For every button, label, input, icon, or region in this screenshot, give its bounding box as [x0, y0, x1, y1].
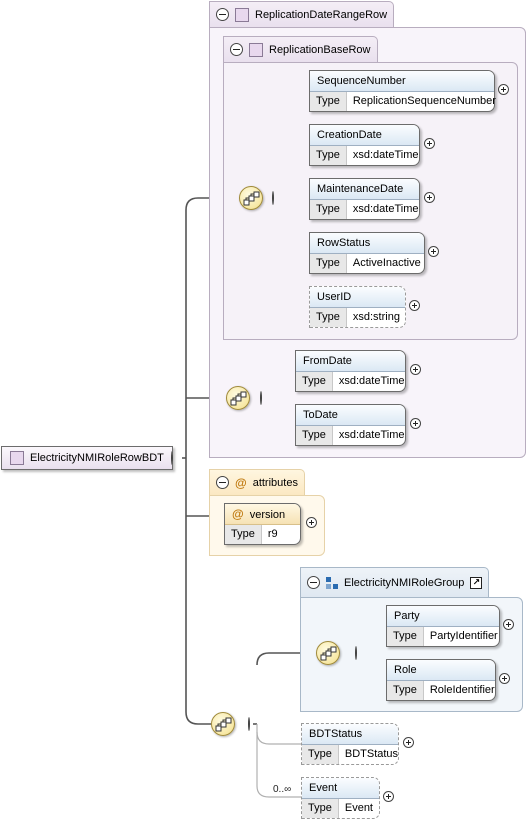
element-name: ToDate: [296, 405, 405, 426]
type-key: Type: [296, 426, 333, 445]
element-name: SequenceNumber: [310, 71, 494, 92]
element-row-status[interactable]: RowStatus Type ActiveInactive: [309, 232, 425, 274]
sequence-compositor-icon[interactable]: [226, 386, 250, 410]
type-value: PartyIdentifier: [429, 630, 498, 642]
type-value: ReplicationSequenceNumber: [352, 95, 496, 107]
sequence-collapse-icon[interactable]: [260, 391, 262, 405]
sequence-collapse-icon[interactable]: [272, 191, 274, 205]
root-collapse-icon[interactable]: [171, 451, 173, 465]
type-value: BDTStatus: [344, 748, 399, 760]
type-value: xsd:string: [352, 311, 400, 323]
type-value: xsd:dateTime: [352, 203, 419, 215]
collapse-icon[interactable]: [216, 476, 229, 489]
type-value: r9: [267, 528, 278, 540]
element-user-id[interactable]: UserID Type xsd:string: [309, 286, 406, 328]
type-key: Type: [310, 146, 347, 165]
attribute-name: version: [249, 509, 286, 521]
type-key: Type: [302, 799, 339, 818]
expand-icon[interactable]: [499, 673, 510, 684]
replication-base-row-label: ReplicationBaseRow: [269, 43, 371, 56]
complex-type-icon: [249, 42, 263, 57]
sequence-compositor-icon[interactable]: [211, 712, 235, 736]
type-key: Type: [296, 372, 333, 391]
type-key: Type: [387, 681, 424, 700]
type-key: Type: [310, 200, 347, 219]
expand-icon[interactable]: [424, 192, 435, 203]
element-name: Party: [387, 606, 499, 627]
sequence-compositor-icon[interactable]: [316, 641, 340, 665]
element-name: CreationDate: [310, 125, 419, 146]
type-value: xsd:dateTime: [338, 375, 405, 387]
expand-icon[interactable]: [403, 737, 414, 748]
expand-icon[interactable]: [410, 364, 421, 375]
expand-icon[interactable]: [498, 84, 509, 95]
external-link-icon[interactable]: ↗: [470, 576, 483, 589]
type-key: Type: [225, 525, 262, 544]
element-name: Role: [387, 660, 495, 681]
replication-base-row-header[interactable]: ReplicationBaseRow: [223, 36, 378, 62]
root-element[interactable]: ElectricityNMIRoleRowBDT: [1, 446, 173, 470]
element-party[interactable]: Party Type PartyIdentifier: [386, 605, 500, 647]
element-name: FromDate: [296, 351, 405, 372]
occurrence-label: 0..∞: [273, 784, 292, 795]
type-value: ActiveInactive: [352, 257, 421, 269]
attribute-version[interactable]: @ version Type r9: [224, 503, 301, 545]
attributes-header[interactable]: @ attributes: [209, 469, 305, 495]
expand-icon[interactable]: [424, 138, 435, 149]
expand-icon[interactable]: [503, 619, 514, 630]
electricity-nmi-role-group-header[interactable]: ElectricityNMIRoleGroup ↗: [300, 567, 490, 597]
type-key: Type: [302, 745, 339, 764]
type-value: xsd:dateTime: [352, 149, 419, 161]
element-name: MaintenanceDate: [310, 179, 419, 200]
sequence-compositor-icon[interactable]: [239, 186, 263, 210]
attribute-icon: @: [232, 507, 244, 521]
element-role[interactable]: Role Type RoleIdentifier: [386, 659, 496, 701]
expand-icon[interactable]: [410, 418, 421, 429]
element-to-date[interactable]: ToDate Type xsd:dateTime: [295, 404, 406, 446]
element-name: UserID: [310, 287, 405, 308]
element-name: BDTStatus: [302, 724, 398, 745]
type-value: RoleIdentifier: [429, 684, 495, 696]
type-key: Type: [387, 627, 424, 646]
collapse-icon[interactable]: [230, 43, 243, 56]
complex-type-icon: [235, 7, 249, 22]
attribute-icon: @: [235, 475, 247, 490]
collapse-icon[interactable]: [307, 576, 320, 589]
root-element-label: ElectricityNMIRoleRowBDT: [30, 452, 164, 464]
element-creation-date[interactable]: CreationDate Type xsd:dateTime: [309, 124, 420, 166]
element-from-date[interactable]: FromDate Type xsd:dateTime: [295, 350, 406, 392]
type-key: Type: [310, 254, 347, 273]
type-value: Event: [344, 802, 373, 814]
type-value: xsd:dateTime: [338, 429, 405, 441]
sequence-collapse-icon[interactable]: [248, 717, 250, 731]
replication-date-range-row-label: ReplicationDateRangeRow: [255, 8, 388, 21]
type-key: Type: [310, 308, 347, 327]
collapse-icon[interactable]: [216, 8, 229, 21]
expand-icon[interactable]: [306, 517, 317, 528]
electricity-nmi-role-group-label: ElectricityNMIRoleGroup: [344, 576, 465, 589]
type-key: Type: [310, 92, 347, 111]
element-name: RowStatus: [310, 233, 424, 254]
element-bdt-status[interactable]: BDTStatus Type BDTStatus: [301, 723, 399, 765]
element-name: Event: [302, 778, 379, 799]
expand-icon[interactable]: [428, 246, 439, 257]
attributes-label: attributes: [252, 476, 298, 489]
element-sequence-number[interactable]: SequenceNumber Type ReplicationSequenceNu…: [309, 70, 496, 112]
replication-date-range-row-header[interactable]: ReplicationDateRangeRow: [209, 1, 395, 27]
complex-type-icon: [10, 451, 24, 465]
expand-icon[interactable]: [383, 791, 394, 802]
group-icon: [326, 576, 338, 589]
element-maintenance-date[interactable]: MaintenanceDate Type xsd:dateTime: [309, 178, 420, 220]
expand-icon[interactable]: [409, 300, 420, 311]
element-event[interactable]: Event Type Event: [301, 777, 380, 819]
sequence-collapse-icon[interactable]: [355, 646, 357, 660]
